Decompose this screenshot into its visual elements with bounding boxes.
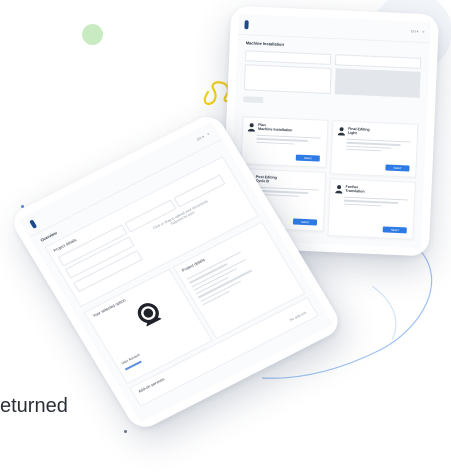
card-select-button[interactable]: Select [382,226,407,234]
addons-value: No add-ons [288,310,308,323]
language-selector[interactable]: EN ▾ [196,135,205,142]
logo-icon [28,218,38,229]
addons-label: Add-on services [137,376,166,394]
menu-icon[interactable]: ≡ [206,132,210,136]
person-icon [335,185,343,194]
person-icon [247,123,255,132]
card-description [346,138,411,155]
text-field-1[interactable] [244,50,332,65]
image-placeholder [334,68,421,98]
service-card-2[interactable]: Final Editing Light Select [330,120,419,178]
text-area[interactable] [243,64,332,94]
service-card-4[interactable]: Further Translation Select [327,178,416,240]
card-select-button[interactable]: Select [295,154,320,162]
card-description [343,196,409,210]
avatar-icon [137,303,162,327]
form-row-2 [243,64,421,98]
card-title-line2: Machine Installation [257,127,293,133]
panel-label: Your selected option [91,297,127,319]
caption-text: eturned [0,395,68,417]
service-card-1[interactable]: Plan Machine Installation Select [240,116,329,168]
menu-icon[interactable]: ≡ [422,30,424,34]
text-field-2[interactable] [334,54,422,69]
small-button[interactable] [243,96,264,104]
logo-icon [244,19,249,29]
marketing-illustration: EN ▾ ≡ Machine Installation Plan Machine… [0,0,451,473]
person-icon [337,127,345,136]
card-select-button[interactable]: Select [292,218,318,226]
card-description [256,134,321,148]
card-select-button[interactable]: Select [385,164,410,172]
card-title-line2: Light [347,131,357,136]
card-title-line2: Translation [345,189,365,194]
language-selector[interactable]: EN ▾ [411,29,419,33]
card-title-line2: Cycle B [255,179,270,184]
